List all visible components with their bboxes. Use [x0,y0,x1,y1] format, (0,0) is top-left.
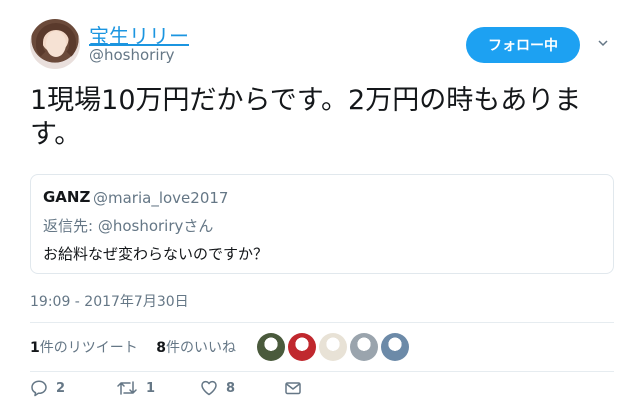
quoted-author-handle: @maria_love2017 [93,189,229,207]
avatar-face [46,31,66,57]
quoted-tweet[interactable]: GANZ @maria_love2017 返信先: @hoshoriryさん お… [30,174,614,274]
retweet-count: 1 [146,380,156,396]
likes-label: 件のいいね [165,340,236,356]
liker-avatar[interactable] [319,333,347,361]
like-count: 8 [226,380,236,396]
liker-avatar[interactable] [350,333,378,361]
divider [30,371,614,372]
reply-icon [31,380,47,397]
liker-avatar[interactable] [381,333,409,361]
retweets-label: 件のリツイート [39,340,138,356]
reply-prefix: 返信先: [43,217,98,235]
like-icon [201,380,217,396]
author-display-name[interactable]: 宝生リリー [89,20,189,49]
quoted-tweet-text: お給料なぜ変わらないのですか？ [43,245,269,263]
reply-suffix: さん [183,217,214,235]
retweets-count: 1 [30,340,40,356]
retweet-button[interactable]: 1 [116,379,155,397]
like-button[interactable]: 8 [200,379,235,397]
author-handle[interactable]: @hoshoriry [89,46,175,64]
divider [30,322,614,323]
tweet-timestamp[interactable]: 19:09 - 2017年7月30日 [30,291,189,311]
reply-count: 2 [56,380,66,396]
tweet-text: 1現場10万円だからです。2万円の時もあります。 [30,85,582,150]
reply-button[interactable]: 2 [30,379,65,397]
liker-avatar[interactable] [257,333,285,361]
chevron-down-icon[interactable] [598,38,608,48]
message-icon [285,382,301,395]
reply-to-handle: @hoshoriry [97,217,184,235]
likes-count: 8 [156,340,166,356]
message-button[interactable] [284,379,302,397]
likes-stat[interactable]: 8件のいいね [156,340,236,356]
engagement-stats: 1件のリツイート 8件のいいね [30,337,236,357]
retweet-icon [117,381,137,395]
retweets-stat[interactable]: 1件のリツイート [30,340,138,356]
author-avatar[interactable] [30,19,80,69]
follow-button[interactable]: フォロー中 [466,27,580,63]
liker-avatar[interactable] [288,333,316,361]
quoted-author-name: GANZ [43,188,91,206]
reply-context: 返信先: @hoshoriryさん [43,215,213,236]
